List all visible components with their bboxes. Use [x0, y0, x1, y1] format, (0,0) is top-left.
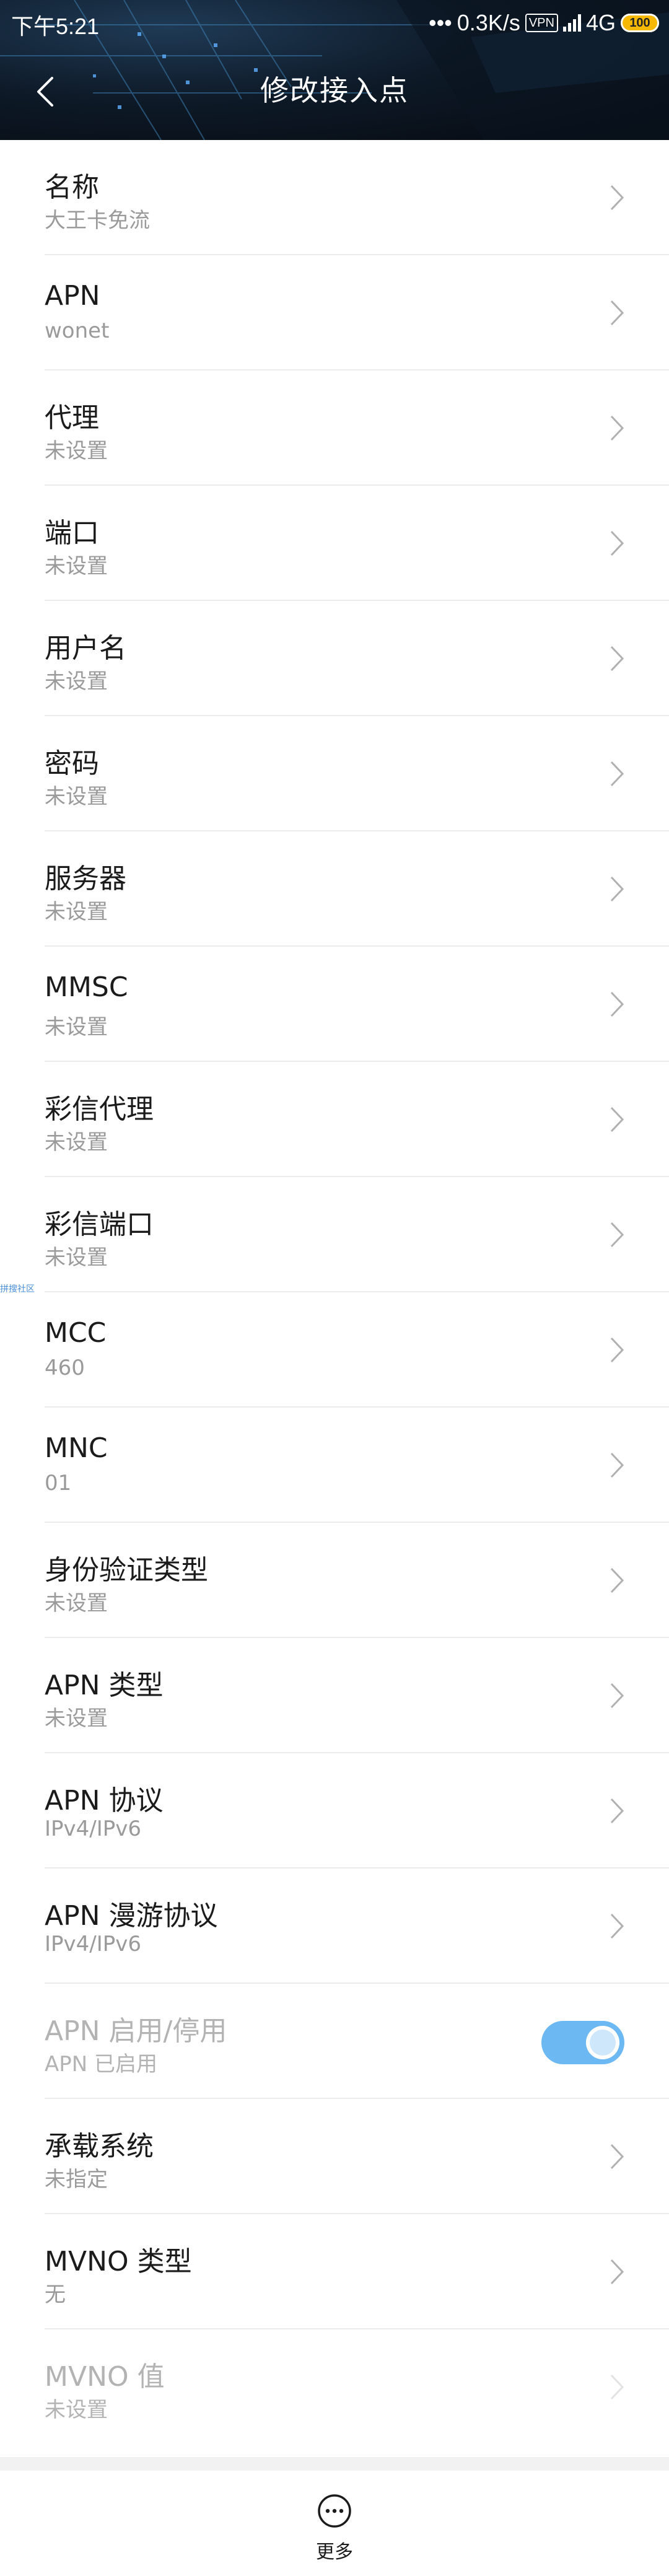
network-type: 4G [585, 10, 616, 35]
item-value: IPv4/IPv6 [45, 1932, 142, 1956]
item-value: 未设置 [45, 554, 108, 579]
bottom-bar: 更多 [0, 2471, 669, 2576]
chevron-right-icon [610, 1106, 624, 1132]
item-title: 用户名 [45, 633, 126, 664]
apn-item-apn-type[interactable]: APN 类型 未设置 [0, 1638, 669, 1753]
apn-item-auth-type[interactable]: 身份验证类型 未设置 [0, 1523, 669, 1638]
apn-item-enable: APN 启用/停用 APN 已启用 [0, 1984, 669, 2099]
item-title: APN [45, 280, 100, 312]
toggle-knob [586, 2026, 619, 2059]
item-title: MVNO 值 [45, 2361, 165, 2393]
item-value: 01 [45, 1471, 72, 1496]
apn-item-name[interactable]: 名称 大王卡免流 [0, 140, 669, 255]
chevron-right-icon [610, 1913, 624, 1939]
item-value: 无 [45, 2282, 66, 2307]
apn-item-mvno-type[interactable]: MVNO 类型 无 [0, 2214, 669, 2329]
chevron-right-icon [610, 300, 624, 326]
apn-item-mvno-value: MVNO 值 未设置 [0, 2329, 669, 2445]
item-value: 未设置 [45, 439, 108, 463]
chevron-right-icon [610, 646, 624, 672]
item-value: 未设置 [45, 669, 108, 694]
item-title: 密码 [45, 748, 99, 779]
item-title: APN 启用/停用 [45, 2015, 227, 2047]
apn-item-mmsc[interactable]: MMSC 未设置 [0, 947, 669, 1062]
more-button[interactable]: 更多 [297, 2489, 372, 2564]
item-value: 未设置 [45, 1591, 108, 1616]
chevron-right-icon [610, 530, 624, 556]
chevron-right-icon [610, 415, 624, 441]
apn-item-password[interactable]: 密码 未设置 [0, 716, 669, 831]
chevron-right-icon [610, 1452, 624, 1478]
item-title: APN 协议 [45, 1785, 164, 1816]
item-value: APN 已启用 [45, 2052, 158, 2077]
item-value: 未指定 [45, 2167, 108, 2192]
apn-item-mms-proxy[interactable]: 彩信代理 未设置 [0, 1062, 669, 1177]
item-title: 身份验证类型 [45, 1554, 208, 1586]
chevron-right-icon [610, 1683, 624, 1709]
item-title: 服务器 [45, 863, 126, 895]
apn-item-apn[interactable]: APN wonet [0, 255, 669, 370]
net-speed: 0.3K/s [457, 10, 520, 35]
chevron-right-icon [610, 761, 624, 787]
apn-settings-list: 名称 大王卡免流 APN wonet 代理 未设置 端口 未设置 用户名 未设置… [0, 140, 669, 2445]
chevron-right-icon [610, 1222, 624, 1248]
chevron-right-icon [610, 185, 624, 211]
item-value: 460 [45, 1356, 85, 1380]
item-value: 未设置 [45, 784, 108, 809]
more-icon [318, 2494, 351, 2528]
chevron-right-icon [610, 1567, 624, 1593]
apn-item-protocol[interactable]: APN 协议 IPv4/IPv6 [0, 1753, 669, 1868]
apn-enable-toggle[interactable] [541, 2021, 624, 2064]
item-value: 未设置 [45, 1015, 108, 1040]
page-title: 修改接入点 [260, 74, 409, 107]
item-value: IPv4/IPv6 [45, 1816, 142, 1841]
apn-item-proxy[interactable]: 代理 未设置 [0, 370, 669, 486]
chevron-right-icon [610, 876, 624, 902]
item-title: 彩信代理 [45, 1093, 154, 1125]
apn-item-port[interactable]: 端口 未设置 [0, 486, 669, 601]
item-title: 代理 [45, 402, 99, 434]
chevron-right-icon [610, 2259, 624, 2285]
item-title: 彩信端口 [45, 1209, 154, 1240]
status-icons: ••• 0.3K/s VPN 4G 100 [429, 7, 659, 38]
vpn-badge: VPN [525, 14, 558, 32]
apn-item-roaming-protocol[interactable]: APN 漫游协议 IPv4/IPv6 [0, 1868, 669, 1984]
bottom-divider [0, 2457, 669, 2471]
header: 下午5:21 ••• 0.3K/s VPN 4G 100 修改接入点 [0, 0, 669, 140]
battery-icon: 100 [621, 14, 659, 32]
apn-item-username[interactable]: 用户名 未设置 [0, 601, 669, 716]
item-title: MCC [45, 1317, 107, 1349]
apn-item-server[interactable]: 服务器 未设置 [0, 831, 669, 947]
chevron-right-icon [610, 1337, 624, 1363]
item-value: wonet [45, 318, 110, 343]
chevron-right-icon [610, 991, 624, 1017]
chevron-right-icon [610, 2374, 624, 2400]
dots-icon: ••• [428, 10, 452, 35]
item-value: 未设置 [45, 1706, 108, 1731]
apn-item-mnc[interactable]: MNC 01 [0, 1408, 669, 1523]
item-title: 承载系统 [45, 2131, 154, 2162]
apn-item-mms-port[interactable]: 彩信端口 未设置 [0, 1177, 669, 1292]
apn-item-bearer[interactable]: 承载系统 未指定 [0, 2099, 669, 2214]
item-value: 大王卡免流 [45, 208, 150, 233]
item-title: MNC [45, 1432, 108, 1464]
item-title: 名称 [45, 172, 99, 203]
item-title: MVNO 类型 [45, 2246, 192, 2277]
watermark: 拼搜社区 [0, 1284, 35, 1294]
item-title: MMSC [45, 971, 128, 1003]
status-time: 下午5:21 [11, 14, 100, 39]
item-title: 端口 [45, 517, 99, 549]
status-bar: 下午5:21 ••• 0.3K/s VPN 4G 100 [0, 0, 669, 47]
chevron-right-icon [610, 1798, 624, 1824]
item-value: 未设置 [45, 2398, 108, 2422]
item-value: 未设置 [45, 1245, 108, 1270]
item-title: APN 类型 [45, 1670, 164, 1701]
signal-icon [562, 14, 581, 32]
item-title: APN 漫游协议 [45, 1900, 218, 1932]
chevron-right-icon [610, 2144, 624, 2170]
apn-item-mcc[interactable]: MCC 460 [0, 1292, 669, 1408]
more-label: 更多 [316, 2541, 353, 2563]
item-value: 未设置 [45, 900, 108, 924]
item-value: 未设置 [45, 1130, 108, 1155]
